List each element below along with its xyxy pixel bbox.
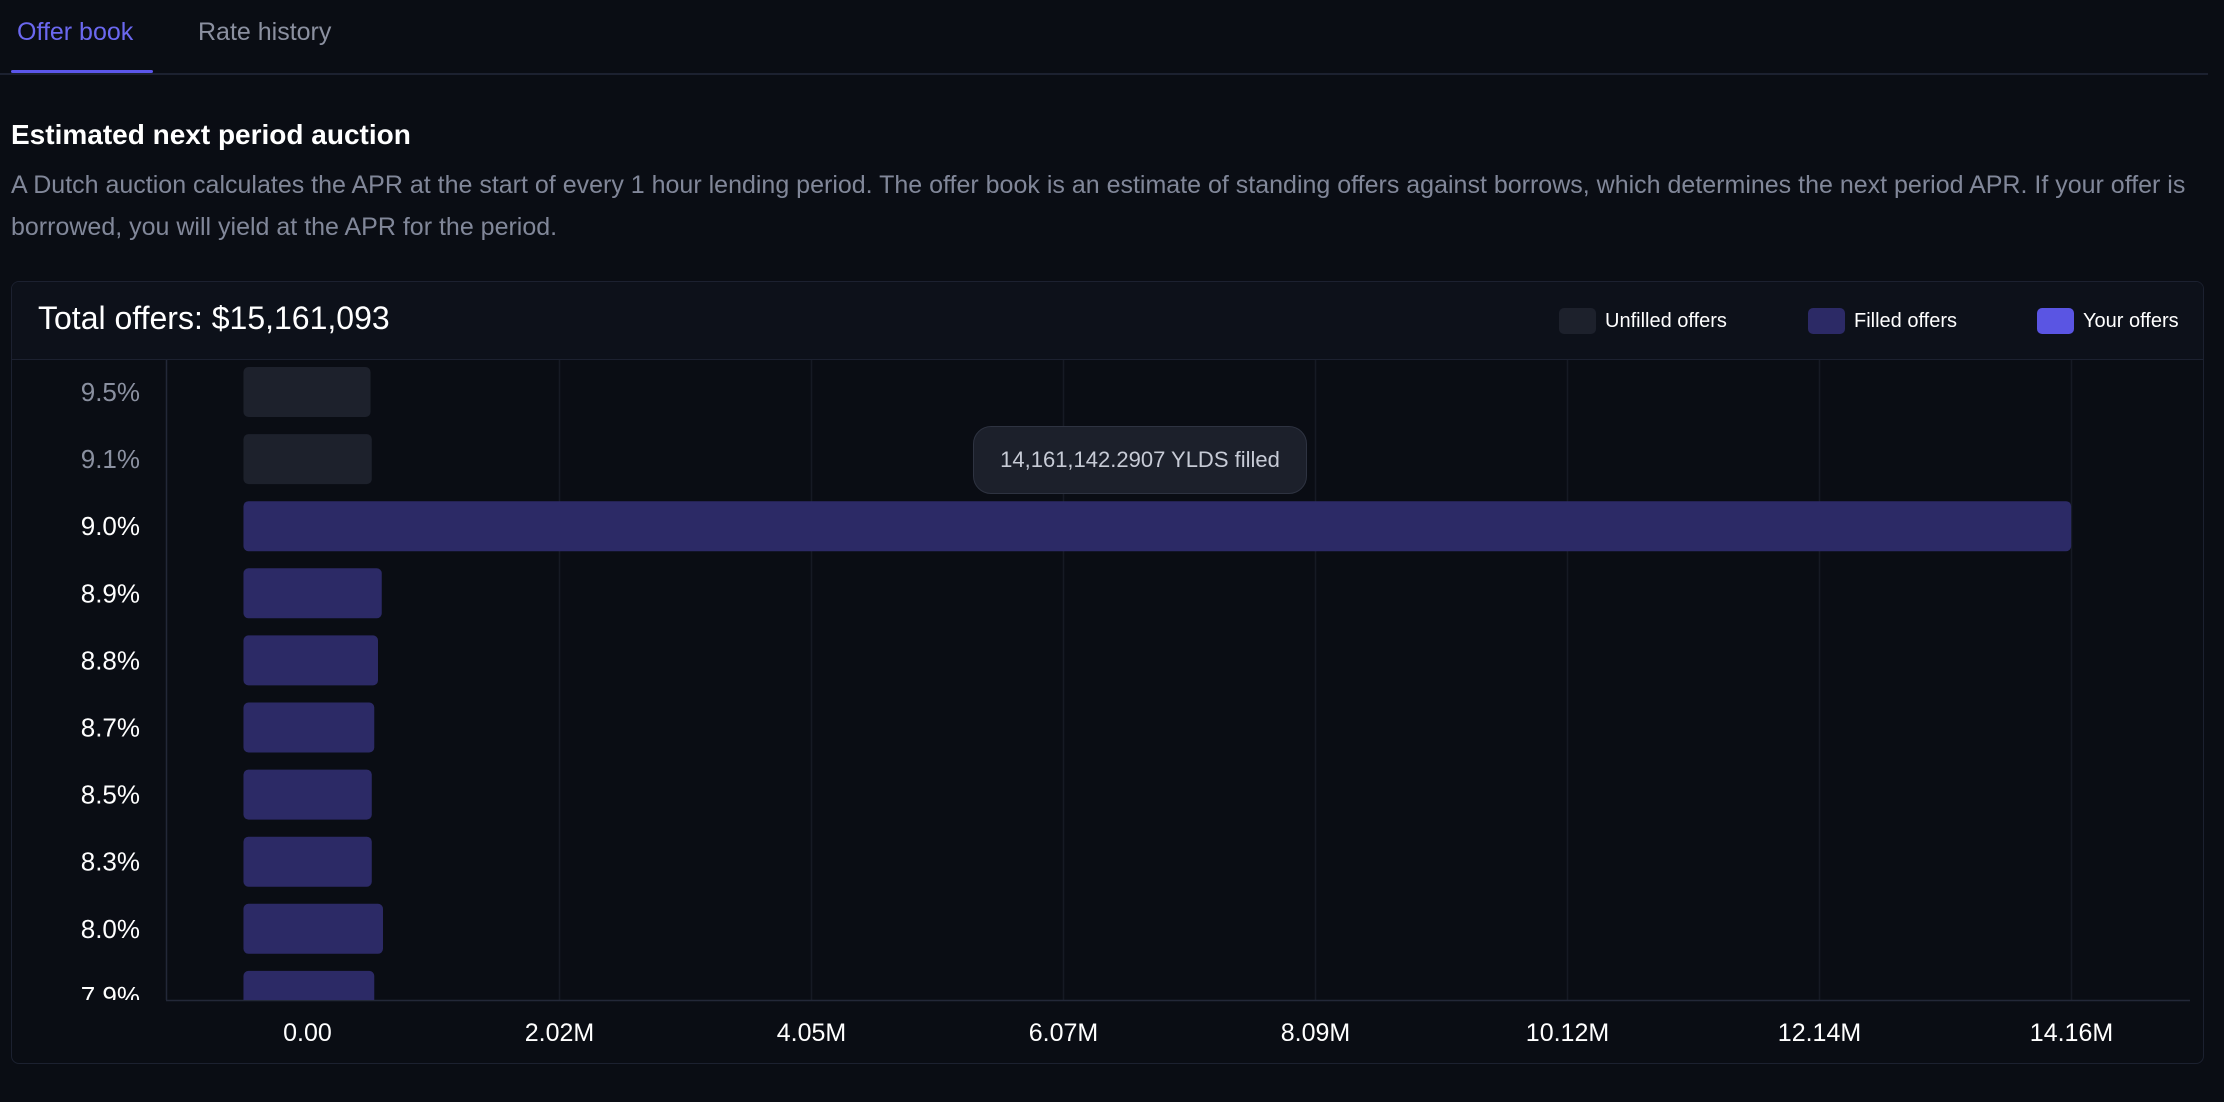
rate-label: 9.1% (81, 444, 140, 474)
offer-book-chart: 0.00 2.02M 4.05M 6.07M 8.09M 10.12M 12.14M 14.1… (81, 360, 2190, 1047)
rate-label: 8.3% (81, 847, 140, 877)
x-tick-label: 2.02M (525, 1019, 594, 1047)
x-tick-label: 12.14M (1778, 1019, 1861, 1047)
rate-label: 8.5% (81, 780, 140, 810)
filled-offer-bar (243, 501, 2072, 552)
rate-label: 8.7% (81, 713, 140, 743)
x-tick-label: 4.05M (777, 1019, 846, 1047)
rate-label: 8.8% (81, 645, 140, 675)
unfilled-offer-bar (243, 434, 372, 485)
x-tick-label: 10.12M (1526, 1019, 1609, 1047)
x-tick-label: 0.00 (283, 1019, 332, 1047)
rate-label: 8.9% (81, 578, 140, 608)
rate-label: 7.9% (81, 981, 140, 1011)
rate-label: 9.0% (81, 511, 140, 541)
filled-offer-bar (243, 568, 382, 619)
filled-offer-bar (243, 903, 383, 954)
rate-label: 8.0% (81, 914, 140, 944)
x-tick-label: 8.09M (1281, 1019, 1350, 1047)
x-tick-label: 14.16M (2030, 1019, 2113, 1047)
filled-offer-bar (243, 970, 375, 1000)
filled-offer-bar (243, 836, 372, 887)
filled-offer-bar (243, 769, 372, 820)
x-tick-label: 6.07M (1029, 1019, 1098, 1047)
filled-offer-bar (243, 635, 379, 686)
rate-label: 9.5% (81, 377, 140, 407)
filled-offer-bar (243, 702, 375, 753)
unfilled-offer-bar (243, 367, 371, 417)
bar-tooltip: 14,161,142.2907 YLDS filled (973, 426, 1307, 494)
